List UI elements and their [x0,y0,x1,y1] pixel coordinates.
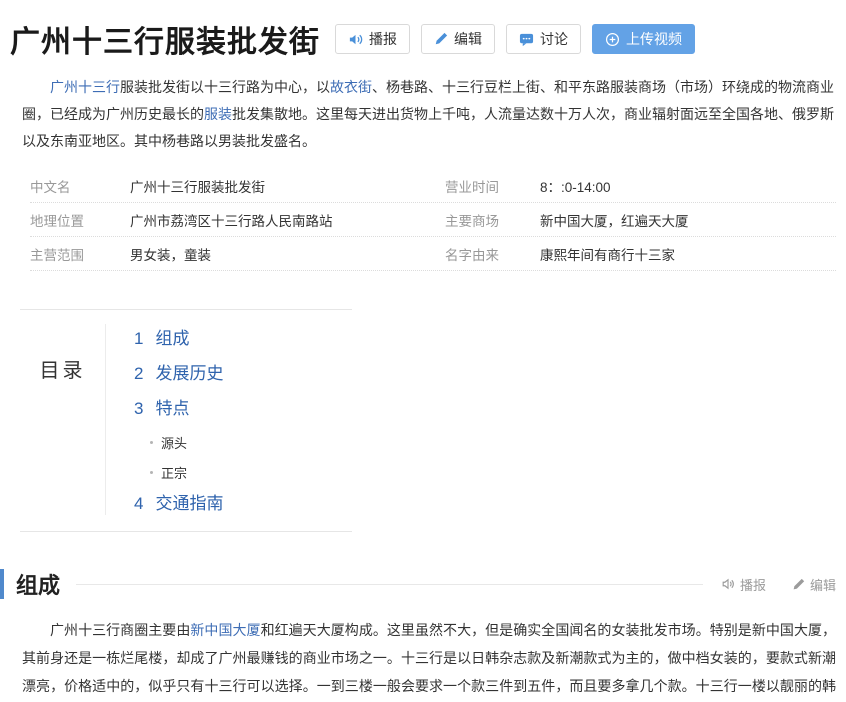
infobox-value: 8：:0-14:00 [540,176,836,196]
infobox-label: 营业时间 [445,176,540,196]
toc-subitem-label: 正宗 [161,463,187,482]
infobox-label: 主营范围 [30,244,130,264]
baike-page: 广州十三行服装批发街 播报 编辑 [0,0,846,702]
section-broadcast-label: 播报 [740,575,766,594]
bullet-icon [150,471,153,474]
section-divider [76,584,703,585]
toc-item-tedian[interactable]: 3 特点 [134,398,223,420]
speaker-icon [348,32,363,47]
section-broadcast-button[interactable]: 播报 [721,575,766,594]
toc-item-label: 交通指南 [155,493,223,515]
intro-text: 服装批发街以十三行路为中心，以 [120,79,330,95]
infobox-label: 中文名 [30,176,130,196]
infobox-value: 广州十三行服装批发街 [130,176,445,196]
toc-list: 1 组成 2 发展历史 3 特点 源头 正宗 4 交通指南 [106,324,223,515]
infobox-row: 主营范围 男女装，童装 名字由来 康熙年间有商行十三家 [30,237,836,271]
plus-circle-icon [605,32,620,47]
pencil-icon [792,578,805,591]
toc-item-label: 特点 [155,398,189,420]
infobox-row: 中文名 广州十三行服装批发街 营业时间 8：:0-14:00 [30,169,836,203]
toc-subitem-label: 源头 [161,433,187,452]
section-controls: 播报 编辑 [721,575,846,594]
toc-item-jiaotongzhinan[interactable]: 4 交通指南 [134,493,223,515]
edit-button-label: 编辑 [454,29,482,49]
toc-item-number: 4 [134,493,143,515]
infobox-label: 名字由来 [445,244,540,264]
broadcast-button-label: 播报 [369,29,397,49]
section-paragraph: 广州十三行商圈主要由新中国大厦和红遍天大厦构成。这里虽然不大，但是确实全国闻名的… [22,616,836,702]
section-header-zucheng: 组成 播报 编辑 [0,568,846,600]
section-edit-button[interactable]: 编辑 [792,575,836,594]
discuss-button-label: 讨论 [540,29,568,49]
speaker-icon [721,577,735,591]
pencil-icon [434,32,448,46]
toc-item-zucheng[interactable]: 1 组成 [134,328,223,350]
link-guyijie[interactable]: 故衣街 [330,79,372,95]
discuss-button[interactable]: 讨论 [506,24,581,54]
link-xinzhongguo-dasha[interactable]: 新中国大厦 [190,622,260,638]
infobox-row: 地理位置 广州市荔湾区十三行路人民南路站 主要商场 新中国大厦，红遍天大厦 [30,203,836,237]
upload-video-button-label: 上传视频 [626,29,682,49]
toc-item-number: 1 [134,328,143,350]
infobox-value: 新中国大厦，红遍天大厦 [540,210,836,230]
broadcast-button[interactable]: 播报 [335,24,410,54]
infobox-value: 康熙年间有商行十三家 [540,244,836,264]
infobox-value: 男女装，童装 [130,244,445,264]
infobox-label: 主要商场 [445,210,540,230]
section-accent-bar [0,569,4,599]
toc-item-number: 3 [134,398,143,420]
toc-item-number: 2 [134,363,143,385]
toc-item-fazhanlishi[interactable]: 2 发展历史 [134,363,223,385]
infobox: 中文名 广州十三行服装批发街 营业时间 8：:0-14:00 地理位置 广州市荔… [30,169,836,271]
bullet-icon [150,441,153,444]
table-of-contents: 目录 1 组成 2 发展历史 3 特点 源头 正宗 4 [20,309,352,532]
toc-item-label: 发展历史 [155,363,223,385]
toc-subitem-zhengzong[interactable]: 正宗 [150,463,223,482]
section-title: 组成 [16,568,60,600]
link-guangzhou-shisanhang[interactable]: 广州十三行 [50,79,120,95]
comment-icon [519,32,534,47]
edit-button[interactable]: 编辑 [421,24,495,54]
toc-subitem-yuantou[interactable]: 源头 [150,433,223,452]
infobox-label: 地理位置 [30,210,130,230]
upload-video-button[interactable]: 上传视频 [592,24,695,54]
section-edit-label: 编辑 [810,575,836,594]
page-title: 广州十三行服装批发街 [10,17,320,61]
toc-item-label: 组成 [155,328,189,350]
body-text: 广州十三行商圈主要由 [50,622,190,638]
page-header: 广州十三行服装批发街 播报 编辑 [0,16,846,62]
header-toolbar: 播报 编辑 [335,24,695,54]
infobox-value: 广州市荔湾区十三行路人民南路站 [130,210,445,230]
link-fuzhuang[interactable]: 服装 [204,106,232,122]
intro-paragraph: 广州十三行服装批发街以十三行路为中心，以故衣街、杨巷路、十三行豆栏上街、和平东路… [22,74,834,155]
toc-heading: 目录 [20,324,106,515]
